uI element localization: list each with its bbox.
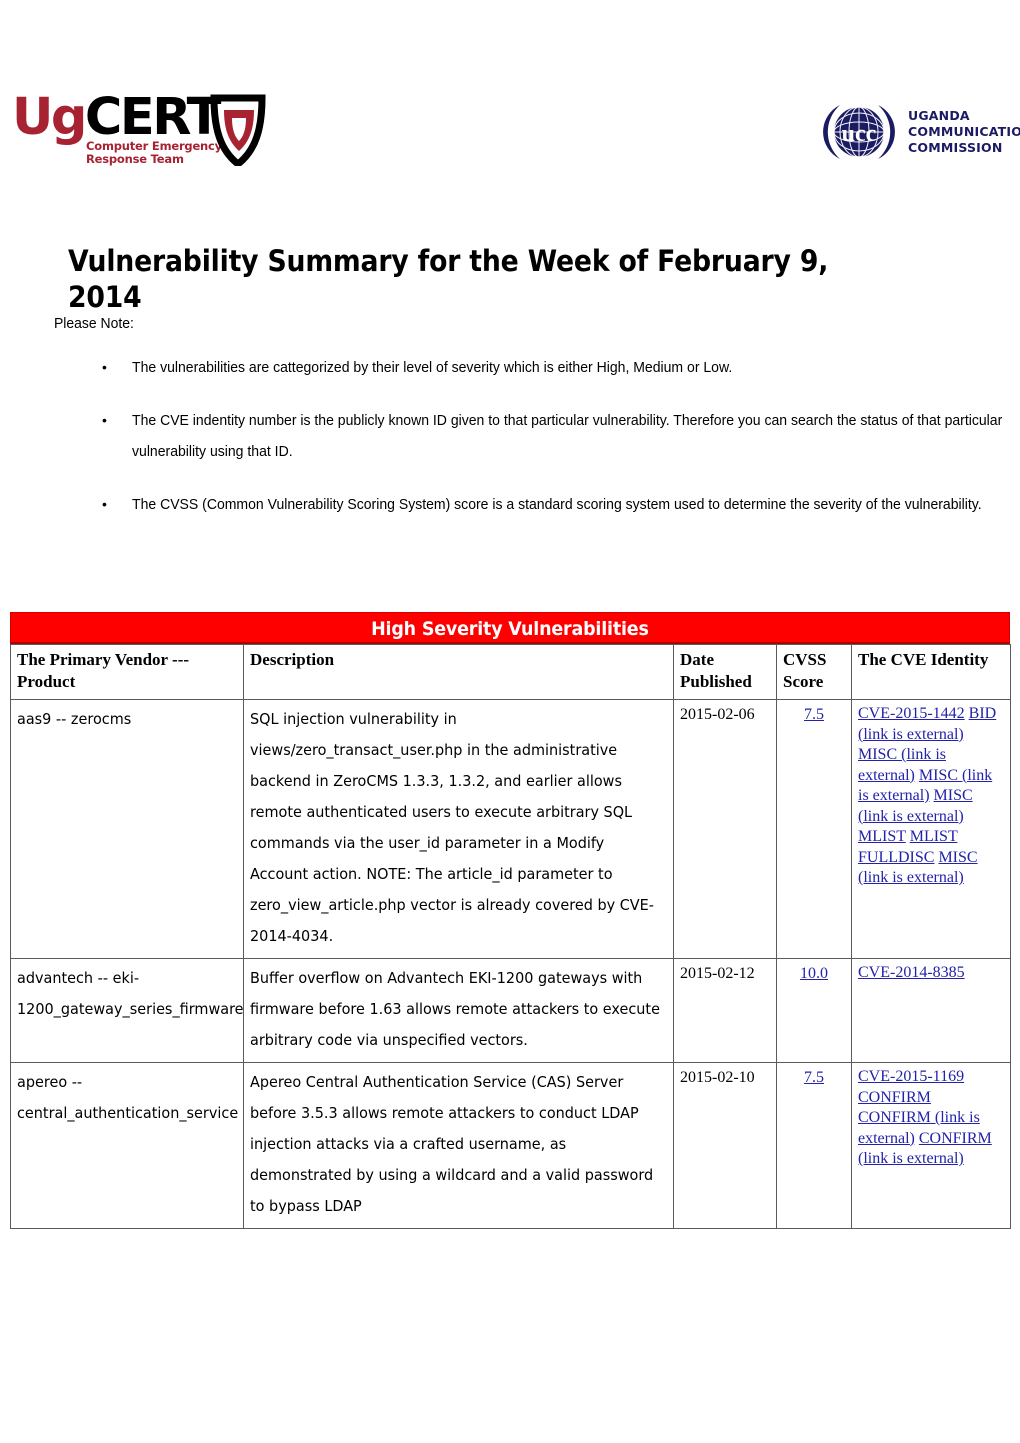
vendor-product-text: advantech -- eki-1200_gateway_series_fir… xyxy=(17,969,244,1018)
description-text: Apereo Central Authentication Service (C… xyxy=(250,1073,654,1215)
cell-description: Buffer overflow on Advantech EKI-1200 ga… xyxy=(243,958,674,1063)
shield-icon xyxy=(210,94,266,166)
description-text: SQL injection vulnerability in views/zer… xyxy=(250,710,654,945)
table-row: aas9 -- zerocms SQL injection vulnerabil… xyxy=(10,699,1011,959)
vendor-product-text: aas9 -- zerocms xyxy=(17,710,132,728)
cell-cvss-score: 10.0 xyxy=(776,958,852,1063)
table-header-row: The Primary Vendor --- Product Descripti… xyxy=(10,644,1011,700)
note-item: • The CVE indentity number is the public… xyxy=(54,405,1004,467)
cve-link-list: CVE-2015-1442 BID (link is external) MIS… xyxy=(858,704,1004,889)
cell-cvss-score: 7.5 xyxy=(776,699,852,959)
cell-cve-identity: CVE-2015-1442 BID (link is external) MIS… xyxy=(851,699,1011,959)
description-text: Buffer overflow on Advantech EKI-1200 ga… xyxy=(250,969,660,1049)
ugcert-logo-ug-text: Ug xyxy=(12,88,87,147)
ucc-globe-icon: ucc xyxy=(823,105,895,159)
cvss-score-link[interactable]: 7.5 xyxy=(804,706,824,723)
table-banner-label: High Severity Vulnerabilities xyxy=(371,618,649,640)
cell-vendor-product: aas9 -- zerocms xyxy=(10,699,244,959)
column-header-date-published: Date Published xyxy=(673,644,777,700)
cell-vendor-product: advantech -- eki-1200_gateway_series_fir… xyxy=(10,958,244,1063)
cell-date-published: 2015-02-12 xyxy=(673,958,777,1063)
column-header-description: Description xyxy=(243,644,674,700)
ucc-text-line3: COMMISSION xyxy=(908,140,1003,155)
table-row: apereo -- central_authentication_service… xyxy=(10,1062,1011,1229)
ucc-text-line2: COMMUNICATIONS xyxy=(908,124,1020,139)
bullet-icon: • xyxy=(102,496,107,512)
vendor-product-text: apereo -- central_authentication_service xyxy=(17,1073,239,1122)
ugcert-tagline-line2: Response Team xyxy=(86,151,184,166)
svg-text:ucc: ucc xyxy=(842,121,877,147)
cell-description: Apereo Central Authentication Service (C… xyxy=(243,1062,674,1229)
cve-link[interactable]: FULLDISC xyxy=(858,849,934,866)
ucc-logo: ucc UGANDACOMMUNICATIONSCOMMISSION xyxy=(818,100,1020,170)
cve-link[interactable]: MLIST xyxy=(910,828,958,845)
vulnerability-table-section: High Severity Vulnerabilities The Primar… xyxy=(10,612,1011,1229)
document-header: UgCERT Computer Emergency Response Team u… xyxy=(0,0,1020,200)
cve-link[interactable]: MLIST xyxy=(858,828,906,845)
table-body: aas9 -- zerocms SQL injection vulnerabil… xyxy=(10,699,1011,1229)
cell-description: SQL injection vulnerability in views/zer… xyxy=(243,699,674,959)
note-text: The CVSS (Common Vulnerability Scoring S… xyxy=(132,496,982,513)
please-note-label: Please Note: xyxy=(54,315,134,332)
cell-cve-identity: CVE-2014-8385 xyxy=(851,958,1011,1063)
cve-link[interactable]: CONFIRM xyxy=(858,1089,931,1106)
note-text: The CVE indentity number is the publicly… xyxy=(132,412,1003,460)
note-item: • The vulnerabilities are cattegorized b… xyxy=(54,352,1004,383)
cell-cvss-score: 7.5 xyxy=(776,1062,852,1229)
cve-link[interactable]: CVE-2015-1169 xyxy=(858,1068,964,1085)
table-banner-high-severity: High Severity Vulnerabilities xyxy=(10,612,1010,644)
ugcert-wordmark: UgCERT xyxy=(12,92,221,143)
ugcert-tagline: Computer Emergency Response Team xyxy=(86,140,222,165)
ucc-text-line1: UGANDA xyxy=(908,108,970,123)
bullet-icon: • xyxy=(102,412,107,428)
notes-list: • The vulnerabilities are cattegorized b… xyxy=(54,352,1004,542)
cvss-score-link[interactable]: 10.0 xyxy=(800,965,828,982)
page-title: Vulnerability Summary for the Week of Fe… xyxy=(68,244,829,314)
cell-date-published: 2015-02-06 xyxy=(673,699,777,959)
column-header-vendor-product: The Primary Vendor --- Product xyxy=(10,644,244,700)
cve-link[interactable]: CVE-2015-1442 xyxy=(858,705,965,722)
ugcert-logo: UgCERT Computer Emergency Response Team xyxy=(12,92,266,177)
column-header-cve-identity: The CVE Identity xyxy=(851,644,1011,700)
cvss-score-link[interactable]: 7.5 xyxy=(804,1069,824,1086)
note-text: The vulnerabilities are cattegorized by … xyxy=(132,359,733,376)
cve-link[interactable]: CVE-2014-8385 xyxy=(858,964,965,981)
bullet-icon: • xyxy=(102,359,107,375)
note-item: • The CVSS (Common Vulnerability Scoring… xyxy=(54,489,1004,520)
table-row: advantech -- eki-1200_gateway_series_fir… xyxy=(10,958,1011,1063)
ucc-wordmark: UGANDACOMMUNICATIONSCOMMISSION xyxy=(908,108,1020,156)
cve-link-list: CVE-2014-8385 xyxy=(858,963,1004,984)
vulnerability-table: The Primary Vendor --- Product Descripti… xyxy=(10,644,1011,1229)
cell-cve-identity: CVE-2015-1169 CONFIRM CONFIRM (link is e… xyxy=(851,1062,1011,1229)
column-header-cvss-score: CVSS Score xyxy=(776,644,852,700)
cell-date-published: 2015-02-10 xyxy=(673,1062,777,1229)
cell-vendor-product: apereo -- central_authentication_service xyxy=(10,1062,244,1229)
cve-link-list: CVE-2015-1169 CONFIRM CONFIRM (link is e… xyxy=(858,1067,1004,1170)
